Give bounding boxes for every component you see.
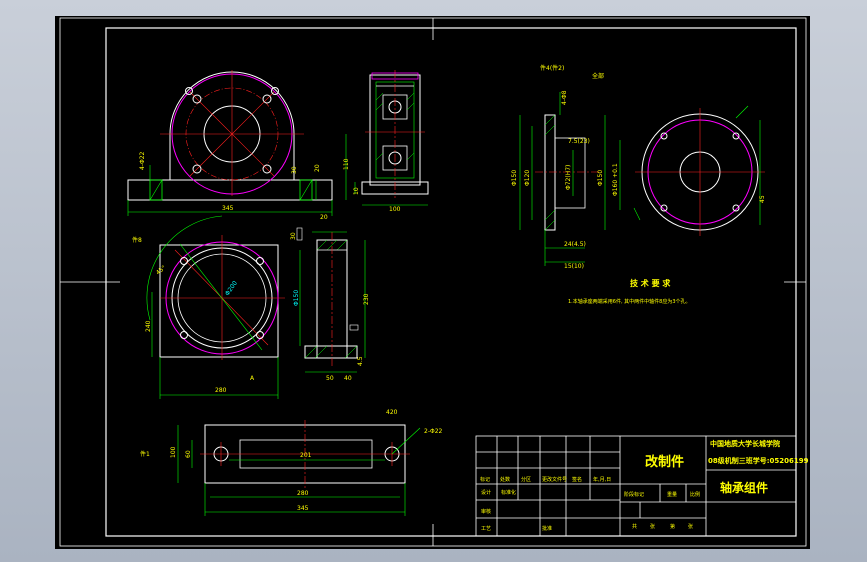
- approve-label: 审核: [481, 508, 491, 515]
- sign-label: 重量: [667, 491, 677, 498]
- cad-drawing: 345 110 20 30 4-Φ22 100 20 10 件8 280 240…: [55, 16, 810, 549]
- sign-label: 阶段标记: [624, 491, 644, 498]
- dim-cover-d5: Φ160 +0.1: [612, 163, 619, 196]
- notes-line-1: 1.本轴承座两端采用6件, 其中两件中轴件8应为3个孔。: [568, 298, 691, 305]
- dim-section-t: 40: [344, 375, 352, 382]
- cover-hole-label: 4-Φ8: [561, 90, 568, 105]
- dim-section-dia: Φ150: [293, 290, 300, 306]
- cover-all-label: 全部: [592, 72, 604, 80]
- bottom-part-label: 件1: [140, 450, 150, 458]
- sign-label: 设计: [481, 489, 491, 496]
- dim-front-width: 345: [222, 205, 234, 212]
- dim-section-top: 30: [290, 232, 297, 240]
- dim-side-width: 100: [389, 206, 401, 213]
- part-name: 轴承组件: [720, 480, 768, 495]
- plan-part-label: 件8: [132, 236, 142, 244]
- school-line-1: 中国地质大学长城学院: [710, 439, 780, 448]
- notes-title: 技 术 要 求: [630, 278, 671, 288]
- dim-bottom-inner: 280: [297, 490, 309, 497]
- row-label: 年,月,日: [593, 476, 611, 483]
- row-label: 更改文件号: [542, 476, 567, 483]
- dim-front-height: 110: [343, 158, 350, 170]
- row-label: 标记: [480, 476, 490, 483]
- dim-plan-width: 280: [215, 387, 227, 394]
- dim-cover-d2: Φ120: [524, 170, 531, 186]
- dim-bottom-h2: 60: [185, 450, 192, 458]
- row-label: 分区: [521, 476, 531, 483]
- dim-cover-d1: Φ150: [511, 170, 518, 186]
- dim-bottom-total: 345: [297, 505, 309, 512]
- dim-front-base: 20: [314, 164, 321, 172]
- row-label: 处数: [500, 476, 510, 483]
- dim-front-step: 30: [291, 166, 298, 174]
- dim-cover-circle: 45: [759, 195, 766, 203]
- dim-cover-d4: Φ72(H7): [565, 165, 572, 190]
- dim-bottom-hole: 2-Φ22: [424, 428, 443, 435]
- dim-cover-t3: 15(10): [564, 263, 584, 270]
- sign-label: 标准化: [501, 489, 516, 496]
- title-main: 改制件: [645, 454, 684, 470]
- dim-cover-t2: 24(4.5): [564, 241, 586, 248]
- dim-section-base: 50: [326, 375, 334, 382]
- dim-plan-height: 240: [145, 320, 152, 332]
- sign-label: 比例: [690, 491, 700, 498]
- sheet-label: 张: [650, 523, 655, 530]
- dim-side-base: 20: [320, 214, 328, 221]
- sheet-label: 张: [688, 523, 693, 530]
- dim-section-h: 230: [363, 293, 370, 305]
- dim-front-hole: 4-Φ22: [139, 151, 146, 170]
- dim-side-base-h: 10: [353, 187, 360, 195]
- dim-cover-d3: Φ150: [597, 170, 604, 186]
- dim-section-a: 4.5: [357, 356, 364, 366]
- dim-cover-t1: 7.5(23): [568, 138, 590, 145]
- cover-part-label: 件4(件2): [540, 64, 564, 72]
- dim-bottom-r: 420: [386, 409, 398, 416]
- dim-bottom-slot: 201: [300, 452, 312, 459]
- approve-label: 工艺: [481, 526, 491, 532]
- sheet-label: 第: [670, 523, 675, 530]
- sheet-label: 共: [632, 523, 637, 530]
- dim-bottom-height: 100: [170, 446, 177, 458]
- row-label: 签名: [572, 476, 582, 483]
- approve-label: 批准: [542, 525, 552, 532]
- school-line-2: 08级机制三班学号:05206199: [708, 456, 809, 465]
